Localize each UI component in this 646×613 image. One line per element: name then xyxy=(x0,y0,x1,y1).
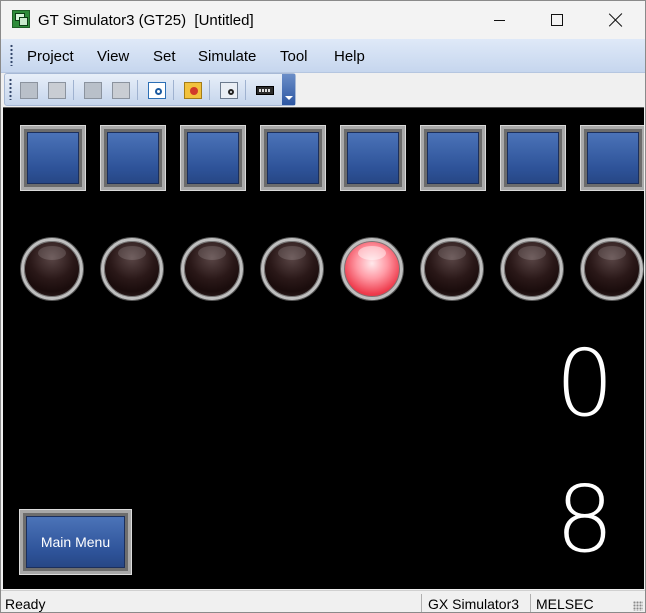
menu-set[interactable]: Set xyxy=(153,48,176,65)
toolbar-separator xyxy=(245,80,246,100)
zoom-screen-icon[interactable] xyxy=(148,82,166,99)
device-alarm-icon[interactable] xyxy=(112,82,130,99)
lamp-indicator-1 xyxy=(21,238,83,300)
maximize-icon xyxy=(551,14,563,26)
menu-help[interactable]: Help xyxy=(334,48,365,65)
switch-button-6[interactable] xyxy=(420,125,486,191)
window-title: GT Simulator3 (GT25) [Untitled] xyxy=(38,12,254,29)
refresh-icon[interactable] xyxy=(184,82,202,99)
status-divider xyxy=(530,594,531,612)
close-button[interactable] xyxy=(587,1,645,39)
toolbar-separator xyxy=(209,80,210,100)
numeric-display-1: 0 xyxy=(555,330,614,437)
status-plc: MELSEC xyxy=(536,596,594,612)
toolbar-separator xyxy=(173,80,174,100)
switch-button-4[interactable] xyxy=(260,125,326,191)
app-window: GT Simulator3 (GT25) [Untitled] Project … xyxy=(0,0,646,613)
menubar-grip-handle[interactable] xyxy=(10,44,13,66)
toolbar-separator xyxy=(137,80,138,100)
numeric-display-2: 8 xyxy=(555,466,614,573)
switch-button-1[interactable] xyxy=(20,125,86,191)
menu-view[interactable]: View xyxy=(97,48,129,65)
device-icon[interactable] xyxy=(84,82,102,99)
lamp-indicator-6 xyxy=(421,238,483,300)
status-bar: Ready GX Simulator3 MELSEC xyxy=(1,590,645,612)
lamp-indicator-7 xyxy=(501,238,563,300)
rotate-icon[interactable] xyxy=(20,82,38,99)
lamp-indicator-4 xyxy=(261,238,323,300)
toolbar-grip-handle[interactable] xyxy=(9,78,12,100)
switch-button-2[interactable] xyxy=(100,125,166,191)
main-menu-button[interactable]: Main Menu xyxy=(19,509,132,575)
status-simulator: GX Simulator3 xyxy=(428,596,520,612)
main-menu-label: Main Menu xyxy=(26,516,125,568)
minimize-button[interactable] xyxy=(470,1,528,39)
switch-button-8[interactable] xyxy=(580,125,644,191)
lamp-indicator-5 xyxy=(341,238,403,300)
lamp-indicator-8 xyxy=(581,238,643,300)
keyboard-icon[interactable] xyxy=(256,86,274,95)
status-ready: Ready xyxy=(5,596,46,612)
menu-tool[interactable]: Tool xyxy=(280,48,308,65)
toolbar-separator xyxy=(73,80,74,100)
search-icon[interactable] xyxy=(220,82,238,99)
maximize-button[interactable] xyxy=(528,1,586,39)
toolbar xyxy=(4,73,296,106)
switch-button-3[interactable] xyxy=(180,125,246,191)
menu-project[interactable]: Project xyxy=(27,48,74,65)
menu-simulate[interactable]: Simulate xyxy=(198,48,256,65)
lamp-indicator-3 xyxy=(181,238,243,300)
toolbar-options-icon[interactable] xyxy=(282,74,295,105)
lamp-indicator-2 xyxy=(101,238,163,300)
hmi-screen: 0 8 Main Menu xyxy=(3,107,644,589)
switch-button-5[interactable] xyxy=(340,125,406,191)
app-icon[interactable] xyxy=(12,10,30,28)
menu-bar: Project View Set Simulate Tool Help xyxy=(1,39,645,73)
resize-grip-handle[interactable] xyxy=(633,601,643,611)
minimize-icon xyxy=(493,19,505,21)
status-divider xyxy=(421,594,422,612)
close-icon xyxy=(609,13,623,27)
open-folder-icon[interactable] xyxy=(48,82,66,99)
switch-button-7[interactable] xyxy=(500,125,566,191)
title-bar: GT Simulator3 (GT25) [Untitled] xyxy=(1,1,645,39)
